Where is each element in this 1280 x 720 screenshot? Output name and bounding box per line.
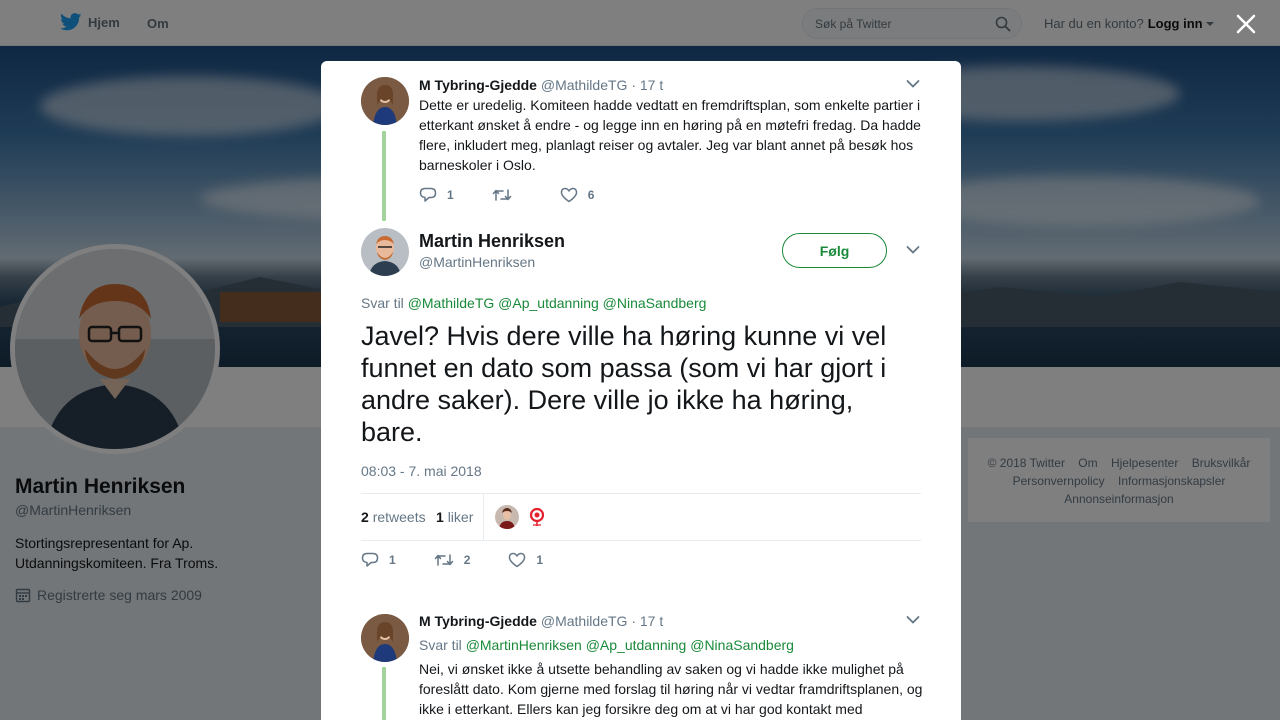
reply-button[interactable]: 1: [361, 552, 396, 568]
like-stat-count: 1: [436, 509, 444, 525]
thread-connector: [382, 667, 386, 720]
like-stat-label: liker: [447, 509, 474, 525]
retweet-stat-count: 2: [361, 509, 369, 525]
retweet-count: 2: [463, 553, 471, 567]
main-tweet-date[interactable]: 08:03 - 7. mai 2018: [361, 463, 482, 479]
tweet-timestamp[interactable]: · 17 t: [631, 613, 663, 629]
reply-icon: [361, 552, 379, 567]
tweet-text: Dette er uredelig. Komiteen hadde vedtat…: [419, 97, 921, 173]
retweet-icon: [434, 554, 453, 566]
chevron-down-icon[interactable]: [906, 245, 920, 255]
tweet-text: Nei, vi ønsket ikke å utsette behandling…: [419, 661, 923, 717]
tweet-author-name[interactable]: M Tybring-Gjedde: [419, 77, 537, 93]
tweet-timestamp[interactable]: · 17 t: [631, 77, 663, 93]
main-tweet-author-handle[interactable]: @MartinHenriksen: [419, 254, 535, 270]
mention-link[interactable]: @MathildeTG: [408, 295, 495, 311]
liker-avatar[interactable]: [495, 505, 519, 529]
heart-icon: [509, 552, 526, 568]
like-count: 6: [587, 188, 595, 202]
thread-connector: [382, 131, 386, 221]
reply-context: Svar til @MathildeTG @Ap_utdanning @Nina…: [361, 295, 706, 311]
main-tweet-text: Javel? Hvis dere ville ha høring kunne v…: [361, 321, 887, 447]
like-button[interactable]: 1: [508, 552, 543, 568]
tweet-author-handle[interactable]: @MathildeTG: [541, 613, 628, 629]
tweet-header: M Tybring-Gjedde @MathildeTG · 17 t: [419, 613, 663, 629]
mention-link[interactable]: @NinaSandberg: [690, 637, 794, 653]
reply-context: Svar til @MartinHenriksen @Ap_utdanning …: [419, 637, 794, 653]
tweet-actions: 1 6: [419, 187, 632, 203]
reply-prefix: Svar til: [419, 637, 462, 653]
like-button[interactable]: 6: [560, 187, 595, 203]
stat-divider: [483, 494, 484, 540]
retweet-button[interactable]: 2: [434, 552, 471, 568]
tweet-header: M Tybring-Gjedde @MathildeTG · 17 t: [419, 77, 663, 93]
tweet-stats: 2 retweets 1 liker: [361, 493, 921, 541]
retweet-stat[interactable]: 2 retweets: [361, 509, 426, 525]
reply-prefix: Svar til: [361, 295, 404, 311]
reply-count: 1: [447, 188, 454, 202]
mention-link[interactable]: @Ap_utdanning: [586, 637, 687, 653]
main-tweet-actions: 1 2 1: [361, 552, 581, 568]
chevron-down-icon[interactable]: [906, 615, 920, 625]
retweet-stat-label: retweets: [372, 509, 426, 525]
tweet-author-handle[interactable]: @MathildeTG: [541, 77, 628, 93]
like-stat[interactable]: 1 liker: [436, 509, 473, 525]
main-tweet-author-name[interactable]: Martin Henriksen: [419, 231, 565, 252]
retweet-icon: [492, 189, 511, 201]
tweet-author-avatar[interactable]: [361, 614, 409, 662]
mention-link[interactable]: @MartinHenriksen: [466, 637, 582, 653]
retweeter-avatar-rose-logo[interactable]: [525, 505, 549, 529]
tweet-author-avatar[interactable]: [361, 77, 409, 125]
close-icon[interactable]: [1234, 12, 1258, 36]
tweet-permalink-modal: M Tybring-Gjedde @MathildeTG · 17 t Dett…: [321, 61, 961, 720]
heart-icon: [560, 187, 577, 203]
follow-button[interactable]: Følg: [782, 233, 887, 268]
tweet-author-name[interactable]: M Tybring-Gjedde: [419, 613, 537, 629]
like-count: 1: [536, 553, 544, 567]
chevron-down-icon[interactable]: [906, 79, 920, 89]
mention-link[interactable]: @Ap_utdanning: [498, 295, 599, 311]
reply-button[interactable]: 1: [419, 187, 454, 203]
reply-count: 1: [389, 553, 396, 567]
mention-link[interactable]: @NinaSandberg: [603, 295, 707, 311]
reply-icon: [419, 187, 437, 202]
retweet-button[interactable]: [492, 187, 522, 203]
main-tweet-author-avatar[interactable]: [361, 228, 409, 276]
